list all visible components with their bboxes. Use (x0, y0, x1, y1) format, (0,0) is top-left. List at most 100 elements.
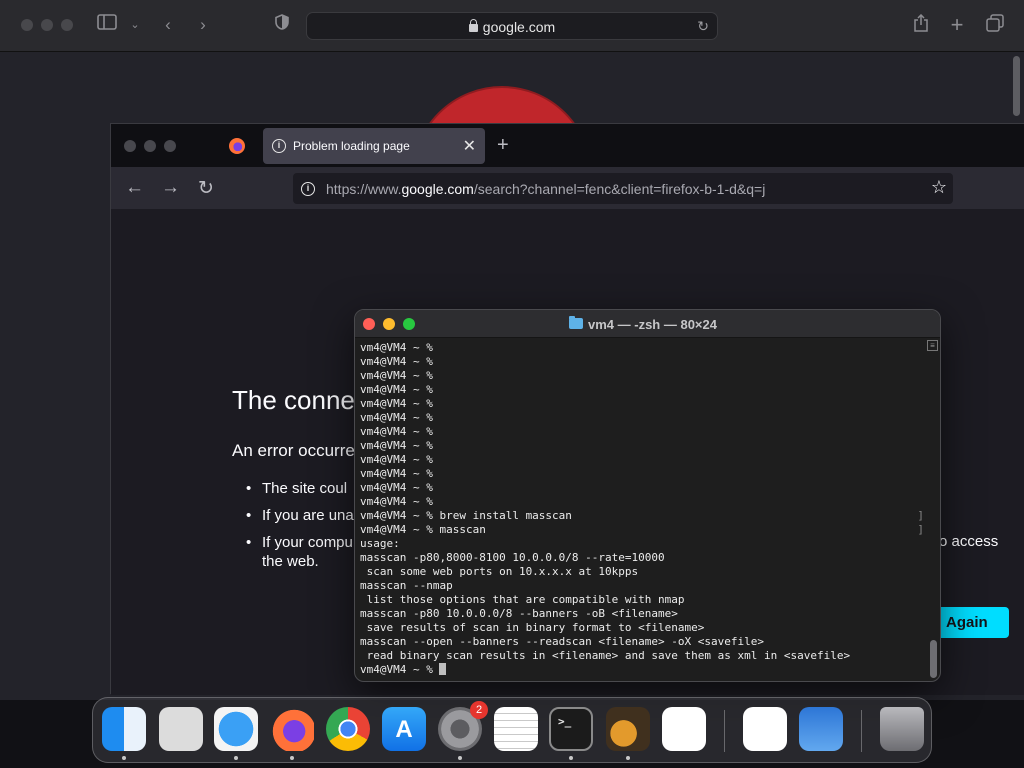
running-indicator (626, 756, 630, 760)
tab-title: Problem loading page (293, 139, 410, 153)
forward-icon[interactable]: → (161, 177, 180, 199)
error-bullet: If your computhe web. (242, 533, 354, 571)
terminal-line: vm4@VM4 ~ % (360, 369, 433, 382)
terminal-line: usage: (360, 537, 400, 550)
terminal-close-button[interactable] (363, 318, 375, 330)
terminal-line: masscan --open --banners --readscan <fil… (360, 635, 764, 648)
firefox-tab-bar: i Problem loading page ✕ + (111, 124, 1024, 167)
terminal-prompt: vm4@VM4 ~ % (360, 663, 924, 677)
terminal-line: vm4@VM4 ~ % (360, 481, 433, 494)
terminal-icon[interactable]: >_ (549, 707, 593, 751)
share-icon[interactable] (910, 13, 932, 36)
terminal-line: vm4@VM4 ~ % (360, 425, 433, 438)
safari-address-bar[interactable]: google.com ↻ (306, 12, 718, 40)
safari-toolbar: ⌄ ‹ › google.com ↻ + (0, 0, 1024, 52)
chrome-icon[interactable] (326, 707, 370, 751)
terminal-marker: ] (917, 523, 924, 536)
site-info-icon[interactable]: i (301, 182, 315, 196)
back-icon[interactable]: ‹ (157, 14, 179, 36)
error-title: The connec (232, 385, 368, 415)
terminal-line: vm4@VM4 ~ % (360, 341, 433, 354)
running-indicator (569, 756, 573, 760)
error-description: An error occurre (232, 441, 355, 460)
running-indicator (290, 756, 294, 760)
terminal-line: vm4@VM4 ~ % (360, 439, 433, 452)
notification-badge: 2 (470, 701, 488, 719)
terminal-line: vm4@VM4 ~ % (360, 355, 433, 368)
terminal-line: vm4@VM4 ~ % (360, 383, 433, 396)
safari-zoom-button[interactable] (61, 19, 73, 31)
tab-problem-loading[interactable]: i Problem loading page ✕ (263, 128, 485, 164)
terminal-line: masscan -p80 10.0.0.0/8 --banners -oB <f… (360, 607, 678, 620)
try-again-button[interactable]: Again (929, 607, 1009, 638)
url-text: https://www.google.com/search?channel=fe… (326, 181, 766, 197)
safari-close-button[interactable] (21, 19, 33, 31)
back-icon[interactable]: ← (125, 177, 144, 199)
finder-icon[interactable] (102, 707, 146, 751)
firefox-close-button[interactable] (124, 140, 136, 152)
chevron-down-icon[interactable]: ⌄ (124, 14, 146, 36)
forward-icon[interactable]: › (192, 14, 214, 36)
firefox-url-bar[interactable]: i https://www.google.com/search?channel=… (293, 173, 953, 204)
terminal-line: vm4@VM4 ~ % brew install masscan (360, 509, 572, 522)
new-tab-icon[interactable]: + (946, 14, 968, 36)
terminal-marker: ] (917, 509, 924, 522)
folder-icon (569, 316, 583, 329)
safari-icon[interactable] (214, 707, 258, 751)
error-bullet: If you are una (242, 506, 354, 525)
terminal-line: read binary scan results in <filename> a… (360, 649, 851, 662)
terminal-line: list those options that are compatible w… (360, 593, 685, 606)
firefox-icon[interactable] (270, 707, 314, 751)
bookmark-star-icon[interactable]: ☆ (931, 177, 947, 198)
running-indicator (458, 756, 462, 760)
terminal-zoom-button[interactable] (403, 318, 415, 330)
visual-studio-icon[interactable] (743, 707, 787, 751)
reload-icon[interactable]: ↻ (697, 18, 709, 35)
trash-icon[interactable] (880, 707, 924, 751)
error-bullet: The site coul (242, 479, 354, 498)
sidebar-toggle-icon[interactable] (96, 14, 118, 36)
app-store-icon[interactable]: A (382, 707, 426, 751)
terminal-line: vm4@VM4 ~ % masscan (360, 523, 486, 536)
terminal-line: masscan -p80,8000-8100 10.0.0.0/8 --rate… (360, 551, 665, 564)
launchpad-icon[interactable] (159, 707, 203, 751)
terminal-title-bar[interactable]: vm4 — -zsh — 80×24 (355, 310, 940, 338)
textedit-icon[interactable] (494, 707, 538, 751)
terminal-window[interactable]: vm4 — -zsh — 80×24 vm4@VM4 ~ % vm4@VM4 ~ … (354, 309, 941, 682)
firefox-menu-icon[interactable] (229, 138, 245, 154)
terminal-scrollbar[interactable] (930, 640, 937, 678)
terminal-minimize-button[interactable] (383, 318, 395, 330)
running-indicator (234, 756, 238, 760)
terminal-line: save results of scan in binary format to… (360, 621, 705, 634)
safari-scrollbar[interactable] (1013, 56, 1020, 116)
terminal-line: masscan --nmap (360, 579, 453, 592)
running-indicator (122, 756, 126, 760)
dock-separator (724, 710, 725, 752)
terminal-line: vm4@VM4 ~ % (360, 453, 433, 466)
firefox-minimize-button[interactable] (144, 140, 156, 152)
firefox-nav-bar: ← → ↻ i https://www.google.com/search?ch… (111, 167, 1024, 209)
scroll-top-icon[interactable]: ≡ (927, 340, 938, 351)
error-bullet-tail: o access (939, 533, 999, 550)
privacy-shield-icon[interactable] (271, 14, 293, 36)
tab-overview-icon[interactable] (984, 14, 1006, 36)
dock: A 2 >_ (92, 697, 932, 763)
text-cursor (439, 663, 447, 675)
new-tab-icon[interactable]: + (497, 134, 509, 157)
safari-minimize-button[interactable] (41, 19, 53, 31)
terminal-line: vm4@VM4 ~ % (360, 495, 433, 508)
safari-address-text: google.com (482, 19, 556, 35)
dock-separator (861, 710, 862, 752)
weather-icon[interactable] (799, 707, 843, 751)
reload-icon[interactable]: ↻ (198, 177, 214, 200)
terminal-output[interactable]: vm4@VM4 ~ % vm4@VM4 ~ % vm4@VM4 ~ % vm4@VM4… (360, 341, 924, 677)
lock-icon (468, 19, 478, 32)
settings-icon[interactable]: 2 (438, 701, 488, 751)
info-icon: i (272, 139, 286, 153)
terminal-line: vm4@VM4 ~ % (360, 397, 433, 410)
vscode-icon[interactable] (662, 707, 706, 751)
garageband-icon[interactable] (606, 707, 650, 751)
close-tab-icon[interactable]: ✕ (463, 136, 476, 156)
firefox-zoom-button[interactable] (164, 140, 176, 152)
terminal-line: vm4@VM4 ~ % (360, 467, 433, 480)
